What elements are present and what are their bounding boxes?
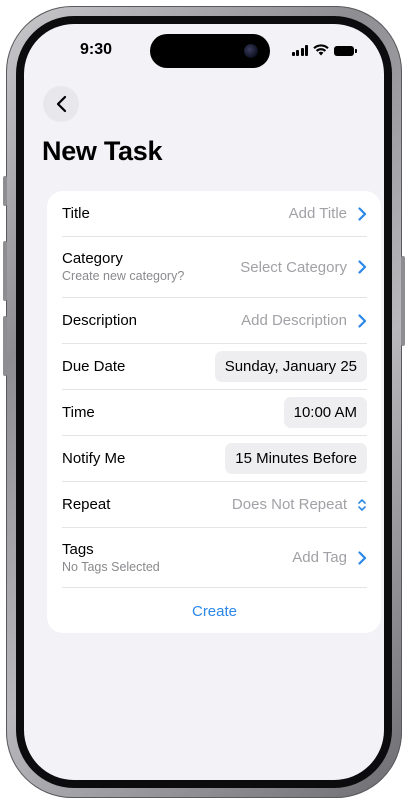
dynamic-island	[150, 34, 270, 68]
notify-label: Notify Me	[62, 449, 126, 467]
chevron-right-icon	[358, 313, 367, 328]
notify-picker[interactable]: 15 Minutes Before	[225, 443, 367, 474]
repeat-select[interactable]: Does Not Repeat	[232, 496, 367, 513]
battery-icon	[334, 46, 357, 56]
category-label: Category	[62, 250, 123, 267]
action-button	[3, 176, 7, 206]
chevron-up-down-icon	[358, 498, 366, 511]
wifi-icon	[313, 44, 329, 56]
description-label: Description	[62, 311, 138, 329]
row-create: Create	[62, 588, 367, 634]
repeat-label: Repeat	[62, 495, 111, 513]
chevron-right-icon	[358, 260, 367, 274]
create-category-link[interactable]: Create new category?	[62, 269, 184, 284]
chevron-left-icon	[56, 95, 66, 113]
row-description[interactable]: Description Add Description	[62, 298, 367, 344]
row-due-date: Due Date Sunday, January 25	[62, 344, 367, 390]
back-button[interactable]	[43, 86, 79, 122]
row-title[interactable]: Title Add Title	[62, 191, 367, 237]
cellular-signal-icon	[291, 45, 308, 56]
task-form-card: Title Add Title Category Create new cate…	[47, 191, 381, 633]
camera-icon	[244, 44, 258, 58]
repeat-value: Does Not Repeat	[231, 496, 347, 513]
screen: 9:30 New Task Title Add Title Category C…	[24, 24, 384, 780]
row-time: Time 10:00 AM	[62, 390, 367, 436]
volume-up-button	[3, 241, 7, 301]
time-label: Time	[62, 403, 95, 421]
category-value: Select Category	[240, 258, 347, 276]
chevron-right-icon	[358, 550, 367, 565]
row-notify: Notify Me 15 Minutes Before	[62, 436, 367, 482]
tags-status: No Tags Selected	[62, 559, 160, 574]
title-label: Title	[62, 204, 90, 222]
due-date-label: Due Date	[62, 357, 126, 375]
time-picker[interactable]: 10:00 AM	[283, 397, 367, 428]
category-field[interactable]: Select Category	[240, 259, 367, 276]
page-title: New Task	[42, 136, 163, 166]
status-icons	[291, 44, 357, 56]
tags-field[interactable]: Add Tag	[292, 549, 367, 566]
description-value: Add Description	[241, 312, 347, 329]
create-button[interactable]: Create	[192, 603, 237, 620]
row-repeat[interactable]: Repeat Does Not Repeat	[62, 482, 367, 528]
row-tags[interactable]: Tags No Tags Selected Add Tag	[62, 528, 367, 588]
tags-value: Add Tag	[292, 549, 347, 566]
title-value: Add Title	[288, 205, 347, 222]
power-button	[401, 256, 405, 346]
tags-label: Tags	[62, 540, 94, 558]
phone-frame: 9:30 New Task Title Add Title Category C…	[3, 6, 405, 798]
title-field[interactable]: Add Title	[289, 205, 367, 222]
volume-down-button	[3, 316, 7, 376]
chevron-right-icon	[358, 206, 367, 221]
row-category[interactable]: Category Create new category? Select Cat…	[62, 237, 367, 298]
status-time: 9:30	[80, 41, 113, 58]
due-date-picker[interactable]: Sunday, January 25	[214, 351, 367, 382]
description-field[interactable]: Add Description	[241, 312, 367, 329]
